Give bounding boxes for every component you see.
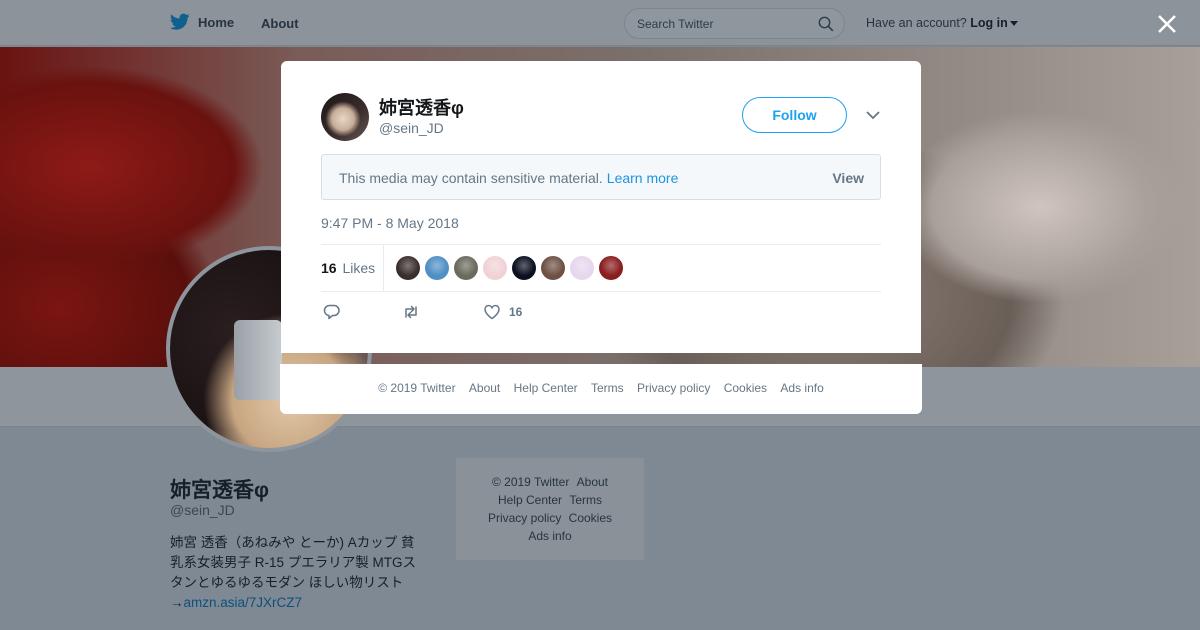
account-prompt: Have an account? Log in — [866, 16, 1018, 30]
liker-avatar[interactable] — [512, 256, 536, 280]
modal-footer-privacy-link[interactable]: Privacy policy — [637, 381, 710, 395]
tweet-author-name[interactable]: 姉宮透香φ — [379, 94, 464, 120]
sensitive-text-wrap: This media may contain sensitive materia… — [339, 170, 678, 186]
liker-avatar[interactable] — [570, 256, 594, 280]
stats-divider — [383, 245, 384, 291]
modal-footer-copyright: © 2019 Twitter — [378, 381, 456, 395]
likes-label: Likes — [342, 260, 376, 276]
like-count: 16 — [509, 305, 523, 319]
search-input[interactable]: Search Twitter — [624, 8, 845, 39]
reply-icon — [323, 304, 340, 320]
liker-avatar[interactable] — [599, 256, 623, 280]
footer-about-link[interactable]: About — [577, 475, 608, 489]
login-link[interactable]: Log in — [970, 16, 1008, 30]
liker-avatar[interactable] — [541, 256, 565, 280]
twitter-bird-icon — [170, 13, 190, 30]
liker-avatars — [396, 256, 623, 280]
bio-link[interactable]: amzn.asia/7JXrCZ7 — [184, 595, 303, 610]
home-label: Home — [198, 14, 235, 30]
chevron-down-icon[interactable] — [866, 111, 880, 120]
likes-stat[interactable]: 16 Likes — [321, 260, 375, 276]
modal-footer-help-link[interactable]: Help Center — [514, 381, 578, 395]
liker-avatar[interactable] — [396, 256, 420, 280]
likes-count: 16 — [321, 260, 337, 276]
liker-avatar[interactable] — [454, 256, 478, 280]
modal-footer-about-link[interactable]: About — [469, 381, 500, 395]
footer-help-link[interactable]: Help Center — [498, 493, 562, 507]
sensitive-media-warning: This media may contain sensitive materia… — [321, 154, 881, 200]
search-icon[interactable] — [818, 16, 834, 32]
have-account-text: Have an account? — [866, 16, 967, 30]
retweet-icon — [405, 305, 417, 319]
profile-bio: 姉宮 透香（あねみや とーか) Aカップ 貧 乳系女装男子 R-15 プエラリア… — [170, 533, 432, 613]
tweet-stats: 16 Likes — [321, 244, 881, 292]
footer-privacy-link[interactable]: Privacy policy — [488, 511, 561, 525]
liker-avatar[interactable] — [483, 256, 507, 280]
footer-copyright: © 2019 Twitter — [491, 475, 570, 489]
tweet-timestamp[interactable]: 9:47 PM - 8 May 2018 — [321, 215, 459, 231]
modal-footer-terms-link[interactable]: Terms — [591, 381, 624, 395]
tweet-author-handle[interactable]: @sein_JD — [379, 120, 444, 136]
follow-button[interactable]: Follow — [742, 97, 847, 133]
tweet-author-avatar[interactable] — [321, 93, 369, 141]
top-navigation: Home About Search Twitter Have an accoun… — [0, 0, 1200, 46]
home-link[interactable]: Home — [170, 13, 234, 31]
sensitive-text: This media may contain sensitive materia… — [339, 170, 603, 186]
tweet-actions: 16 — [321, 303, 621, 323]
close-icon[interactable] — [1155, 12, 1179, 36]
side-footer: © 2019 Twitter About Help Center Terms P… — [456, 458, 644, 560]
modal-footer: © 2019 Twitter About Help Center Terms P… — [280, 364, 922, 414]
bio-link-line: →amzn.asia/7JXrCZ7 — [170, 593, 432, 613]
modal-footer-cookies-link[interactable]: Cookies — [724, 381, 767, 395]
footer-terms-link[interactable]: Terms — [569, 493, 602, 507]
tweet-modal: 姉宮透香φ @sein_JD Follow This media may con… — [281, 61, 921, 353]
footer-ads-link[interactable]: Ads info — [528, 529, 571, 543]
profile-location-cutoff — [172, 624, 332, 630]
modal-footer-ads-link[interactable]: Ads info — [780, 381, 823, 395]
like-button[interactable]: 16 — [483, 303, 522, 321]
heart-icon — [484, 304, 500, 320]
profile-handle[interactable]: @sein_JD — [170, 502, 235, 518]
learn-more-link[interactable]: Learn more — [607, 170, 679, 186]
retweet-button[interactable] — [402, 303, 420, 321]
phone-shape — [234, 320, 282, 400]
search-placeholder: Search Twitter — [637, 17, 714, 31]
reply-button[interactable] — [323, 303, 341, 321]
bio-arrow: → — [170, 595, 184, 610]
bio-line: 乳系女装男子 R-15 プエラリア製 MTGス — [170, 555, 417, 570]
modal-footer-links: © 2019 Twitter About Help Center Terms P… — [280, 381, 922, 395]
bio-line: 姉宮 透香（あねみや とーか) Aカップ 貧 — [170, 535, 415, 550]
profile-name: 姉宮透香φ — [170, 479, 270, 502]
bio-line: タンとゆるゆるモダン ほしい物リスト — [170, 575, 404, 590]
view-media-button[interactable]: View — [832, 170, 864, 186]
chevron-down-icon[interactable] — [1009, 21, 1018, 27]
footer-cookies-link[interactable]: Cookies — [569, 511, 612, 525]
nav-about-link[interactable]: About — [261, 16, 299, 31]
liker-avatar[interactable] — [425, 256, 449, 280]
